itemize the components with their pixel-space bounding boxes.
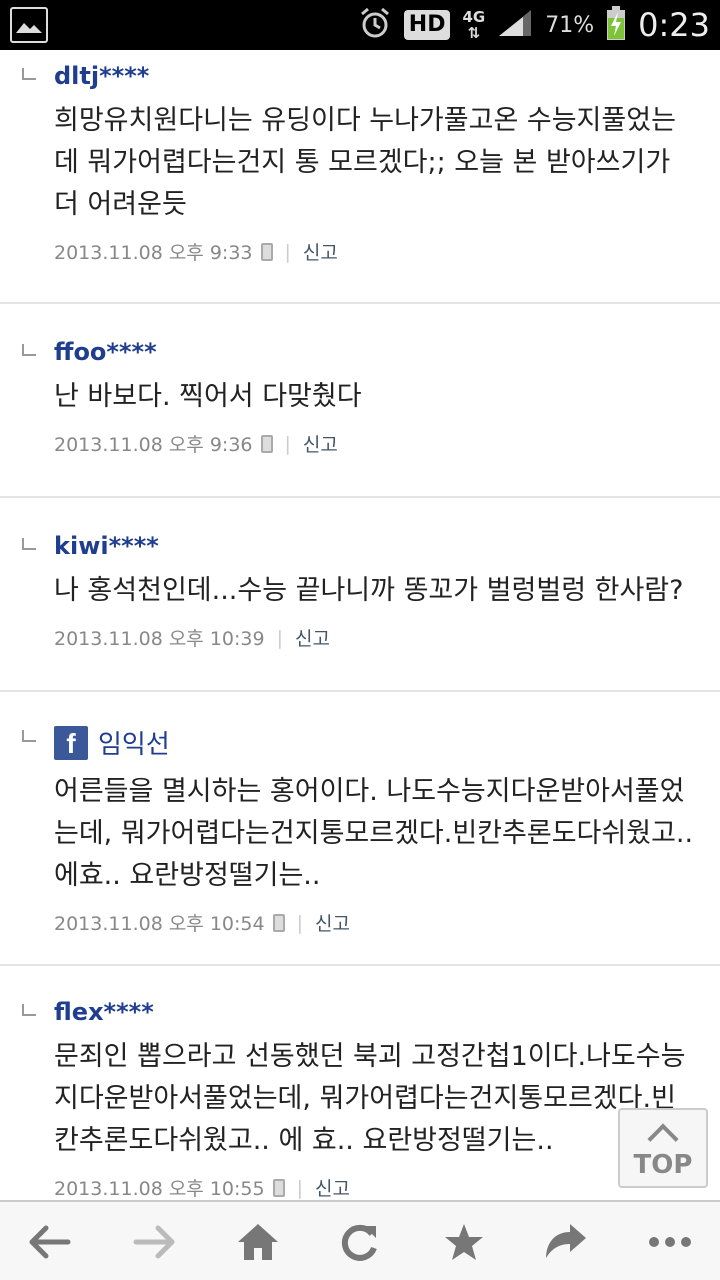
facebook-icon: f	[54, 725, 88, 760]
star-icon	[445, 1224, 483, 1260]
comment-text: 어른들을 멸시하는 홍어이다. 나도수능지다운받아서풀었는데, 뭐가어렵다는건지…	[54, 776, 694, 891]
comment-text: 문죄인 뽑으라고 선동했던 북괴 고정간첩1이다.나도수능지다운받아서풀었는데,…	[54, 1041, 686, 1156]
report-link[interactable]: 신고	[315, 909, 350, 936]
comment-text: 난 바보다. 찍어서 다맞췄다	[54, 381, 362, 412]
mobile-icon	[272, 913, 285, 932]
comment-item: ffoo**** 난 바보다. 찍어서 다맞췄다 2013.11.08 오후 9…	[0, 304, 720, 498]
comment-date: 2013.11.08 오후 10:39	[54, 628, 265, 650]
reply-indent-icon	[22, 344, 36, 356]
gallery-notification-icon	[10, 7, 48, 43]
comment-item: flex**** 문죄인 뽑으라고 선동했던 북괴 고정간첩1이다.나도수능지다…	[0, 966, 720, 1200]
status-bar: HD 4G ⇅ 71% 0:23	[0, 0, 720, 50]
divider: |	[296, 1176, 303, 1199]
refresh-icon	[341, 1224, 377, 1261]
comment-item: kiwi**** 나 홍석천인데...수능 끝나니까 똥꼬가 벌렁벌렁 한사람?…	[0, 498, 720, 692]
alarm-icon	[358, 6, 392, 44]
reload-button[interactable]	[336, 1222, 384, 1262]
report-link[interactable]: 신고	[295, 624, 330, 651]
comment-item: dltj**** 희망유치원다니는 유딩이다 누나가풀고온 수능지풀었는데 뭐가…	[0, 50, 720, 304]
comment-meta: 2013.11.08 오후 10:39 | 신고	[54, 624, 696, 651]
home-button[interactable]	[234, 1222, 282, 1262]
reply-indent-icon	[22, 68, 36, 80]
comment-meta: 2013.11.08 오후 10:54 | 신고	[54, 909, 696, 936]
comment-meta: 2013.11.08 오후 9:36 | 신고	[54, 430, 696, 457]
home-icon	[238, 1224, 278, 1260]
network-type-icon: 4G ⇅	[462, 8, 486, 42]
reply-indent-icon	[22, 1004, 36, 1016]
comment-text: 나 홍석천인데...수능 끝나니까 똥꼬가 벌렁벌렁 한사람?	[54, 575, 684, 606]
comment-item: f 임익선 어른들을 멸시하는 홍어이다. 나도수능지다운받아서풀었는데, 뭐가…	[0, 692, 720, 966]
reply-indent-icon	[22, 538, 36, 550]
arrow-left-icon	[29, 1225, 71, 1259]
mobile-icon	[260, 242, 273, 261]
comment-author[interactable]: flex****	[54, 998, 696, 1026]
signal-icon	[497, 8, 533, 42]
divider: |	[284, 432, 291, 455]
report-link[interactable]: 신고	[303, 430, 338, 457]
comment-date: 2013.11.08 오후 9:33	[54, 242, 253, 264]
scroll-top-button[interactable]: TOP	[618, 1108, 708, 1188]
reply-indent-icon	[22, 730, 36, 742]
arrow-right-icon	[133, 1225, 175, 1259]
comment-list: dltj**** 희망유치원다니는 유딩이다 누나가풀고온 수능지풀었는데 뭐가…	[0, 50, 720, 1200]
network-type-label: 4G	[462, 8, 486, 26]
comment-author[interactable]: kiwi****	[54, 532, 696, 560]
comment-text: 희망유치원다니는 유딩이다 누나가풀고온 수능지풀었는데 뭐가어렵다는건지 통 …	[54, 105, 676, 220]
report-link[interactable]: 신고	[315, 1174, 350, 1200]
comment-date: 2013.11.08 오후 10:55	[54, 1178, 265, 1200]
bookmark-button[interactable]	[440, 1222, 488, 1262]
more-button[interactable]	[646, 1222, 694, 1262]
comment-author[interactable]: dltj****	[54, 62, 696, 90]
comment-author[interactable]: ffoo****	[54, 338, 696, 366]
hd-voice-icon: HD	[403, 10, 451, 40]
comment-author[interactable]: 임익선	[98, 724, 170, 761]
comment-meta: 2013.11.08 오후 9:33 | 신고	[54, 238, 696, 265]
comment-date: 2013.11.08 오후 9:36	[54, 434, 253, 456]
divider: |	[296, 911, 303, 934]
share-arrow-icon	[546, 1224, 586, 1258]
share-button[interactable]	[542, 1222, 590, 1262]
battery-percent: 71%	[545, 12, 595, 38]
clock: 0:23	[638, 6, 710, 44]
divider: |	[284, 240, 291, 263]
back-button[interactable]	[26, 1222, 74, 1262]
forward-button[interactable]	[130, 1222, 178, 1262]
comment-meta: 2013.11.08 오후 10:55 | 신고	[54, 1174, 696, 1201]
more-dots-icon	[649, 1237, 691, 1247]
mobile-icon	[260, 434, 273, 453]
comment-date: 2013.11.08 오후 10:54	[54, 913, 265, 935]
battery-charging-icon	[606, 6, 626, 44]
mobile-icon	[272, 1178, 285, 1197]
divider: |	[276, 626, 283, 649]
report-link[interactable]: 신고	[303, 238, 338, 265]
browser-toolbar	[0, 1200, 720, 1280]
